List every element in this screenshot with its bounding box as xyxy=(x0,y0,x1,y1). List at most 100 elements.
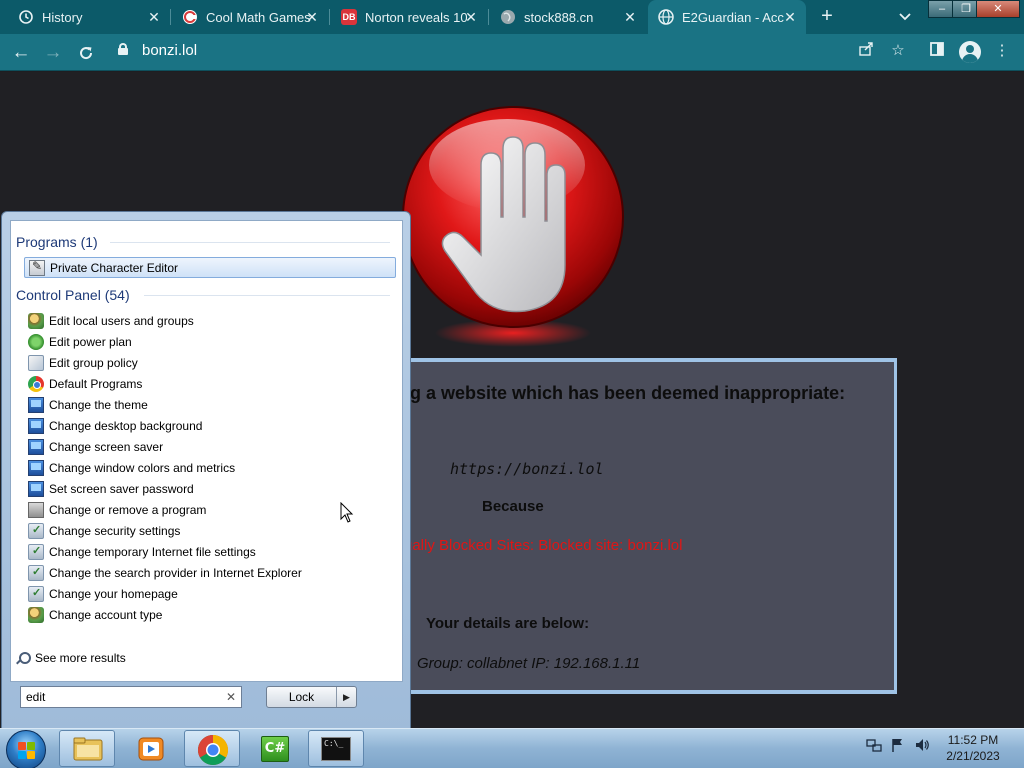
lock-split-button: Lock ▶ xyxy=(266,686,357,708)
system-clock[interactable]: 11:52 PM 2/21/2023 xyxy=(940,732,1006,764)
history-icon xyxy=(18,9,34,25)
users-icon xyxy=(28,606,44,623)
block-details-panel xyxy=(400,358,897,694)
tab-title: E2Guardian - Acc xyxy=(682,9,784,25)
result-edit-group-policy[interactable]: Edit group policy xyxy=(24,352,396,373)
clear-search-icon[interactable]: ✕ xyxy=(224,690,238,704)
clock-date: 2/21/2023 xyxy=(946,749,1000,763)
blocked-url: https://bonzi.lol xyxy=(450,460,604,478)
close-tab-icon[interactable]: ✕ xyxy=(304,9,320,25)
lock-button[interactable]: Lock xyxy=(267,687,337,707)
result-screen-saver-password[interactable]: Set screen saver password xyxy=(24,478,396,499)
lock-icon[interactable] xyxy=(118,43,128,55)
back-button[interactable]: ← xyxy=(9,41,33,65)
control-panel-header[interactable]: Control Panel (54) xyxy=(16,287,130,303)
power-plan-icon xyxy=(28,333,44,350)
chrome-icon xyxy=(197,735,229,766)
display-icon xyxy=(28,417,44,434)
tab-e2guardian[interactable]: E2Guardian - Acc ✕ xyxy=(648,0,806,34)
result-desktop-background[interactable]: Change desktop background xyxy=(24,415,396,436)
result-window-colors[interactable]: Change window colors and metrics xyxy=(24,457,396,478)
close-tab-icon[interactable]: ✕ xyxy=(782,9,798,25)
stop-hand-icon xyxy=(402,106,624,347)
taskbar-file-explorer[interactable] xyxy=(59,730,115,767)
tab-title: stock888.cn xyxy=(524,9,594,25)
media-player-icon xyxy=(138,737,164,761)
result-edit-local-users[interactable]: Edit local users and groups xyxy=(24,310,396,331)
new-tab-button[interactable]: + xyxy=(816,5,838,27)
result-homepage[interactable]: Change your homepage xyxy=(24,583,396,604)
because-label: Because xyxy=(482,498,544,515)
block-reason: ually Blocked Sites: Blocked site: bonzi… xyxy=(404,537,683,554)
close-tab-icon[interactable]: ✕ xyxy=(146,9,162,25)
action-center-flag-icon[interactable] xyxy=(889,737,907,755)
programs-icon xyxy=(28,501,44,518)
result-private-character-editor[interactable]: Private Character Editor xyxy=(24,257,396,278)
programs-header[interactable]: Programs (1) xyxy=(16,234,98,250)
display-icon xyxy=(28,438,44,455)
tab-title: History xyxy=(42,9,83,25)
volume-icon[interactable] xyxy=(913,737,931,755)
tab-title: Norton reveals 10 xyxy=(365,9,468,25)
start-search-input[interactable]: edit xyxy=(20,686,242,708)
see-more-results-link[interactable]: See more results xyxy=(16,651,126,665)
profile-avatar-icon[interactable] xyxy=(959,41,981,63)
browser-menu-icon[interactable]: ⋮ xyxy=(992,41,1012,61)
close-tab-icon[interactable]: ✕ xyxy=(622,9,638,25)
block-heading: g a website which has been deemed inappr… xyxy=(410,383,846,403)
mouse-cursor-icon xyxy=(340,502,354,523)
url-text[interactable]: bonzi.lol xyxy=(142,42,197,59)
taskbar-csharp[interactable]: C# xyxy=(246,730,302,767)
result-edit-power-plan[interactable]: Edit power plan xyxy=(24,331,396,352)
file-explorer-icon xyxy=(73,737,103,761)
forward-button[interactable]: → xyxy=(41,41,65,65)
details-heading: Your details are below: xyxy=(426,615,590,632)
tab-history[interactable]: History ✕ xyxy=(8,0,170,34)
internet-options-icon xyxy=(28,564,44,581)
window-close-button[interactable]: ✕ xyxy=(976,0,1020,18)
group-policy-icon xyxy=(28,354,44,371)
browser-tab-strip: History ✕ Cool Math Games ✕ DB Norton re… xyxy=(0,0,1024,34)
command-prompt-icon: C:\_ xyxy=(321,737,351,761)
display-icon xyxy=(28,396,44,413)
taskbar-command-prompt[interactable]: C:\_ xyxy=(308,730,364,767)
result-account-type[interactable]: Change account type xyxy=(24,604,396,625)
display-icon xyxy=(28,459,44,476)
result-default-programs[interactable]: Default Programs xyxy=(24,373,396,394)
reload-button[interactable] xyxy=(74,41,98,65)
tab-norton[interactable]: DB Norton reveals 10 ✕ xyxy=(331,0,487,34)
group-ip-line: Group: collabnet IP: 192.168.1.11 xyxy=(417,655,641,672)
character-editor-icon xyxy=(29,259,45,276)
start-button[interactable] xyxy=(6,730,46,768)
result-temp-internet-files[interactable]: Change temporary Internet file settings xyxy=(24,541,396,562)
result-screen-saver[interactable]: Change screen saver xyxy=(24,436,396,457)
triangle-right-icon[interactable]: ▶ xyxy=(337,687,356,707)
address-bar[interactable] xyxy=(106,38,1024,67)
taskbar-chrome[interactable] xyxy=(184,730,240,767)
close-tab-icon[interactable]: ✕ xyxy=(463,9,479,25)
clock-time: 11:52 PM xyxy=(947,733,999,747)
tab-cool-math-games[interactable]: Cool Math Games ✕ xyxy=(172,0,328,34)
tab-stock888[interactable]: stock888.cn ✕ xyxy=(490,0,646,34)
internet-options-icon xyxy=(28,585,44,602)
search-icon xyxy=(16,651,31,665)
default-programs-icon xyxy=(28,375,44,392)
csharp-icon: C# xyxy=(261,736,289,762)
taskbar-media-player[interactable] xyxy=(122,730,178,767)
coolmath-favicon xyxy=(182,9,198,25)
tab-search-chevron-icon[interactable] xyxy=(894,6,916,28)
result-search-provider[interactable]: Change the search provider in Internet E… xyxy=(24,562,396,583)
db-favicon: DB xyxy=(341,9,357,25)
globe-icon xyxy=(500,9,516,25)
bookmark-star-icon[interactable]: ☆ xyxy=(888,41,908,61)
internet-options-icon xyxy=(28,522,44,539)
tab-title: Cool Math Games xyxy=(206,9,311,25)
internet-options-icon xyxy=(28,543,44,560)
side-panel-icon[interactable] xyxy=(927,41,947,61)
windows-logo-icon xyxy=(18,742,36,760)
network-icon[interactable] xyxy=(865,737,883,755)
globe-icon xyxy=(658,9,674,25)
display-icon xyxy=(28,480,44,497)
share-icon[interactable] xyxy=(856,41,876,61)
result-change-theme[interactable]: Change the theme xyxy=(24,394,396,415)
